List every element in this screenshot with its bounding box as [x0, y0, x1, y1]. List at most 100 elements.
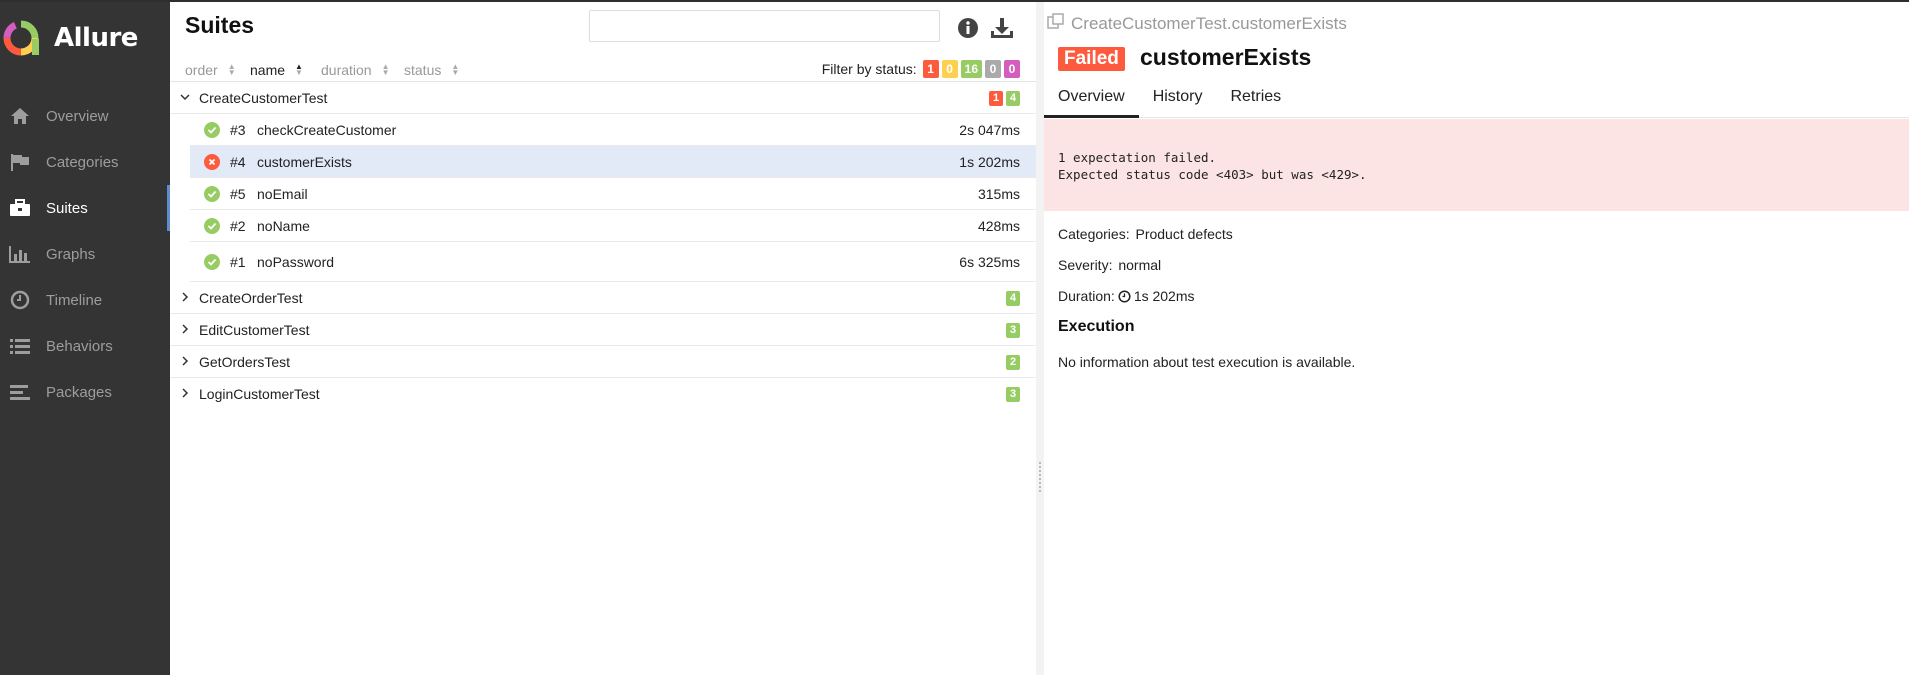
passed-icon [204, 217, 220, 234]
page-title: Suites [185, 12, 255, 38]
brand[interactable]: Allure [0, 2, 170, 74]
filter-unknown-badge[interactable]: 0 [1004, 60, 1020, 78]
filter-passed-badge[interactable]: 16 [960, 60, 982, 78]
test-number: #2 [230, 217, 246, 234]
test-row[interactable]: #5 noEmail 315ms [190, 178, 1036, 210]
sidebar-item-behaviors[interactable]: Behaviors [0, 323, 170, 369]
tab-retries[interactable]: Retries [1216, 84, 1295, 118]
test-number: #5 [230, 185, 246, 202]
suite-group-name: CreateCustomerTest [199, 89, 328, 106]
sidebar-item-suites[interactable]: Suites [0, 185, 170, 231]
passed-count-badge: 4 [1006, 291, 1020, 306]
test-name: noEmail [257, 185, 308, 202]
sort-status[interactable]: status ▲ ▼ [404, 62, 459, 78]
suite-group[interactable]: EditCustomerTest 3 [170, 314, 1036, 346]
app-title: Allure [54, 23, 138, 53]
breadcrumb-text: CreateCustomerTest.customerExists [1071, 13, 1347, 33]
suite-group[interactable]: CreateCustomerTest 1 4 [170, 82, 1036, 114]
align-left-icon [8, 380, 32, 404]
sidebar: Allure Overview Categories Suites Graphs [0, 2, 170, 675]
briefcase-icon [8, 196, 32, 220]
sidebar-nav: Overview Categories Suites Graphs Timeli… [0, 93, 170, 415]
filter-failed-badge[interactable]: 1 [922, 60, 939, 78]
test-number: #4 [230, 153, 246, 170]
suites-panel: Suites order ▲ ▼ name ▲ ▼ duration ▲ ▼ stat… [170, 2, 1036, 675]
test-duration: 315ms [977, 185, 1020, 202]
passed-icon [204, 121, 220, 138]
suite-group-counts: 2 [1006, 355, 1020, 370]
sidebar-item-timeline[interactable]: Timeline [0, 277, 170, 323]
test-duration: 428ms [977, 217, 1020, 234]
sidebar-item-label: Packages [46, 383, 112, 401]
categories-value: Product defects [1135, 226, 1233, 242]
severity-label: Severity: [1058, 257, 1113, 273]
suite-group-name: GetOrdersTest [199, 353, 291, 370]
suite-group-name: CreateOrderTest [199, 289, 303, 306]
sort-arrows-icon: ▲ ▼ [451, 62, 460, 77]
suite-group[interactable]: LoginCustomerTest 3 [170, 378, 1036, 410]
passed-count-badge: 3 [1006, 387, 1020, 402]
error-message: 1 expectation failed. Expected status co… [1044, 119, 1909, 211]
clock-icon [1118, 289, 1131, 303]
sidebar-item-graphs[interactable]: Graphs [0, 231, 170, 277]
filter-label: Filter by status: [821, 61, 917, 77]
sidebar-item-overview[interactable]: Overview [0, 93, 170, 139]
filter-broken-badge[interactable]: 0 [941, 60, 958, 78]
suite-group[interactable]: CreateOrderTest 4 [170, 282, 1036, 314]
suite-group[interactable]: GetOrdersTest 2 [170, 346, 1036, 378]
sidebar-item-packages[interactable]: Packages [0, 369, 170, 415]
status-badge: Failed [1058, 47, 1125, 71]
sidebar-item-label: Behaviors [46, 337, 113, 355]
list-icon [8, 334, 32, 358]
sidebar-item-categories[interactable]: Categories [0, 139, 170, 185]
test-name: customerExists [257, 153, 352, 170]
chevron-right-icon [180, 323, 194, 337]
download-icon[interactable] [990, 16, 1014, 40]
pane-splitter[interactable] [1036, 2, 1044, 675]
failed-icon [204, 153, 220, 170]
sort-name[interactable]: name ▲ ▼ [250, 62, 303, 78]
execution-text: No information about test execution is a… [1058, 354, 1356, 370]
chevron-right-icon [180, 387, 194, 401]
test-row[interactable]: #1 noPassword 6s 325ms [190, 242, 1036, 282]
test-name: noName [257, 217, 310, 234]
sidebar-item-label: Graphs [46, 245, 96, 263]
clock-icon [8, 288, 32, 312]
duration-label: Duration: [1058, 288, 1115, 304]
test-row[interactable]: #2 noName 428ms [190, 210, 1036, 242]
sort-order[interactable]: order ▲ ▼ [185, 62, 236, 78]
suite-group-counts: 3 [1006, 323, 1020, 338]
filter-skipped-badge[interactable]: 0 [985, 60, 1001, 78]
info-icon[interactable] [956, 16, 980, 40]
test-number: #1 [230, 253, 246, 270]
categories-label: Categories: [1058, 226, 1130, 242]
severity-row: Severity: normal [1058, 257, 1161, 273]
suite-group-name: EditCustomerTest [199, 321, 310, 338]
test-duration: 2s 047ms [959, 121, 1020, 138]
suite-group-counts: 1 4 [989, 91, 1020, 106]
test-duration: 1s 202ms [959, 153, 1020, 170]
execution-heading: Execution [1058, 318, 1135, 335]
sidebar-item-label: Suites [46, 199, 88, 217]
sort-duration[interactable]: duration ▲ ▼ [321, 62, 390, 78]
sort-bar: order ▲ ▼ name ▲ ▼ duration ▲ ▼ status ▲ ▼ F… [170, 58, 1036, 82]
test-row[interactable]: #3 checkCreateCustomer 2s 047ms [190, 114, 1036, 146]
test-title: customerExists [1140, 44, 1312, 70]
copy-icon[interactable] [1047, 13, 1065, 34]
sort-arrows-icon: ▲ ▼ [227, 62, 236, 77]
test-name: noPassword [257, 253, 335, 270]
passed-count-badge: 4 [1006, 91, 1020, 106]
breadcrumb: CreateCustomerTest.customerExists [1047, 13, 1347, 34]
test-row-selected[interactable]: #4 customerExists 1s 202ms [190, 146, 1036, 178]
sort-status-label: status [404, 62, 442, 78]
sidebar-item-label: Overview [46, 107, 109, 125]
tab-history[interactable]: History [1139, 84, 1217, 118]
tab-overview[interactable]: Overview [1044, 84, 1139, 118]
categories-row: Categories: Product defects [1058, 226, 1233, 242]
sort-arrows-icon: ▲ ▼ [381, 62, 390, 77]
passed-icon [204, 253, 220, 270]
test-detail-panel: CreateCustomerTest.customerExists Failed… [1044, 2, 1909, 675]
test-number: #3 [230, 121, 246, 138]
search-input[interactable] [589, 10, 940, 42]
detail-tabs: Overview History Retries [1044, 84, 1909, 118]
